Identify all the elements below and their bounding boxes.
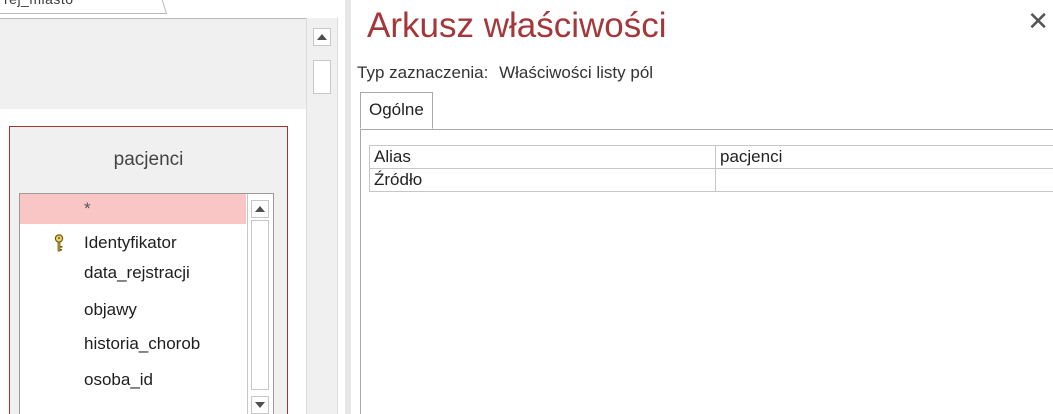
scroll-down-arrow-icon[interactable] bbox=[251, 396, 269, 414]
design-area-scrollbar[interactable] bbox=[306, 18, 338, 414]
property-grid: Alias pacjenci Źródło bbox=[369, 145, 1053, 192]
field-list-window[interactable]: pacjenci * Identyfikator data_rejstracji… bbox=[9, 126, 288, 414]
field-label: historia_chorob bbox=[84, 334, 201, 353]
selection-type: Typ zaznaczenia: Właściwości listy pól bbox=[357, 63, 653, 83]
field-list-item-objawy[interactable]: objawy bbox=[20, 295, 246, 325]
property-value[interactable] bbox=[715, 168, 1053, 192]
selection-type-value: Właściwości listy pól bbox=[499, 63, 654, 82]
field-list-scrollbar[interactable] bbox=[247, 194, 273, 414]
property-row[interactable]: Alias pacjenci bbox=[369, 145, 1053, 169]
property-value[interactable]: pacjenci bbox=[715, 145, 1053, 169]
field-label: * bbox=[84, 199, 91, 218]
field-label: objawy bbox=[84, 300, 137, 319]
property-name[interactable]: Źródło bbox=[369, 168, 716, 192]
field-label: osoba_id bbox=[84, 370, 154, 389]
field-list[interactable]: * Identyfikator data_rejstracji objawy h… bbox=[19, 193, 274, 414]
property-sheet-title: Arkusz właściwości bbox=[367, 6, 667, 45]
property-sheet: Arkusz właściwości ✕ Typ zaznaczenia: Wł… bbox=[351, 0, 1053, 414]
property-row[interactable]: Źródło bbox=[369, 168, 1053, 192]
close-icon[interactable]: ✕ bbox=[1027, 8, 1049, 34]
field-list-item-all[interactable]: * bbox=[20, 194, 246, 224]
property-name[interactable]: Alias bbox=[369, 145, 716, 169]
field-label: data_rejstracji bbox=[84, 263, 190, 282]
field-list-item-osoba-id[interactable]: osoba_id bbox=[20, 365, 246, 395]
field-label: Identyfikator bbox=[84, 233, 177, 252]
field-list-item-historia-chorob[interactable]: historia_chorob bbox=[20, 329, 246, 359]
field-list-scroll-track[interactable] bbox=[251, 220, 269, 390]
selection-type-label: Typ zaznaczenia: bbox=[357, 63, 489, 82]
primary-key-icon bbox=[54, 234, 64, 252]
field-list-item-data-rejstracji[interactable]: data_rejstracji bbox=[20, 258, 246, 288]
query-design-area[interactable]: rej_miasto pacjenci * Identyfikator data… bbox=[0, 0, 345, 414]
scroll-up-arrow-icon[interactable] bbox=[251, 200, 269, 218]
field-list-title: pacjenci bbox=[113, 149, 184, 170]
field-list-item-identyfikator[interactable]: Identyfikator bbox=[20, 228, 246, 258]
tab-general[interactable]: Ogólne bbox=[360, 92, 433, 129]
property-grid-area: Alias pacjenci Źródło bbox=[360, 130, 1053, 414]
design-upper-pane bbox=[0, 18, 306, 109]
document-tab-label: rej_miasto bbox=[4, 0, 74, 7]
scrollbar-thumb[interactable] bbox=[313, 60, 331, 94]
scroll-up-arrow-icon[interactable] bbox=[313, 28, 331, 46]
